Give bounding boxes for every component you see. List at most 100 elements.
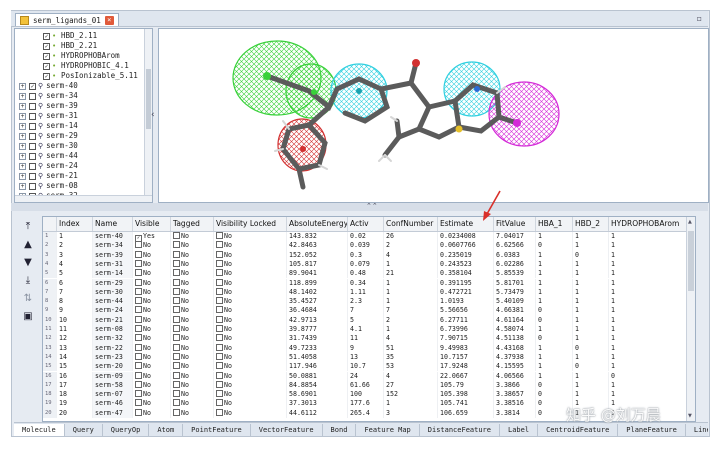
tab-vectorfeature[interactable]: VectorFeature bbox=[251, 423, 323, 436]
cell-checkbox[interactable] bbox=[216, 287, 223, 295]
feature-visibility-checkbox[interactable]: ✓ bbox=[43, 62, 50, 70]
table-checkbox-cell[interactable]: No bbox=[171, 297, 214, 307]
cell-checkbox[interactable] bbox=[173, 325, 180, 332]
cell-checkbox[interactable] bbox=[216, 306, 223, 314]
cell-checkbox[interactable] bbox=[135, 408, 142, 416]
cell-checkbox[interactable] bbox=[173, 232, 180, 239]
table-row[interactable]: 8 8 serm-44 No No No 35.4527 2.3 1 1.0193 5.40109 1… bbox=[43, 297, 695, 307]
table-checkbox-cell[interactable]: No bbox=[171, 241, 214, 251]
expand-icon[interactable]: + bbox=[19, 152, 26, 160]
cell-checkbox[interactable] bbox=[216, 315, 223, 323]
tree-molecule-item[interactable]: + ⚲ serm-34 bbox=[19, 91, 78, 101]
tab-molecule[interactable]: Molecule bbox=[14, 423, 65, 436]
table-checkbox-cell[interactable]: No bbox=[171, 352, 214, 363]
table-checkbox-cell[interactable]: No bbox=[133, 315, 171, 325]
tab-label[interactable]: Label bbox=[500, 423, 539, 436]
cell-checkbox[interactable] bbox=[173, 297, 180, 305]
molecule-visibility-checkbox[interactable] bbox=[29, 142, 36, 150]
table-checkbox-cell[interactable]: No bbox=[133, 325, 171, 335]
cell-checkbox[interactable] bbox=[173, 399, 180, 407]
table-checkbox-cell[interactable]: No bbox=[214, 399, 287, 409]
molecule-visibility-checkbox[interactable]: ✓ bbox=[29, 82, 36, 90]
cell-checkbox[interactable] bbox=[135, 306, 142, 314]
molecule-visibility-checkbox[interactable] bbox=[29, 102, 36, 110]
expand-icon[interactable]: + bbox=[19, 122, 26, 130]
cell-checkbox[interactable] bbox=[216, 259, 223, 267]
cell-checkbox[interactable] bbox=[135, 362, 142, 370]
table-checkbox-cell[interactable]: No bbox=[171, 334, 214, 344]
tree-feature-item[interactable]: ✓ • PosIonizable_5.11 bbox=[43, 71, 138, 81]
cell-checkbox[interactable] bbox=[173, 380, 180, 388]
table-checkbox-cell[interactable]: No bbox=[133, 241, 171, 251]
tab-bond[interactable]: Bond bbox=[323, 423, 357, 436]
table-row[interactable]: 7 7 serm-30 No No No 48.1402 1.11 1 0.472721 5.734… bbox=[43, 287, 695, 298]
table-checkbox-cell[interactable]: No bbox=[214, 315, 287, 325]
table-view-icon[interactable]: ▣ bbox=[22, 311, 34, 323]
table-checkbox-cell[interactable]: No bbox=[171, 380, 214, 391]
table-row[interactable]: 13 13 serm-22 No No No 49.7233 9 51 9.49983 4.4316… bbox=[43, 343, 695, 353]
expand-icon[interactable]: + bbox=[19, 142, 26, 150]
table-checkbox-cell[interactable]: No bbox=[171, 287, 214, 298]
expand-icon[interactable]: + bbox=[19, 182, 26, 190]
cell-checkbox[interactable] bbox=[135, 325, 142, 332]
table-checkbox-cell[interactable]: No bbox=[214, 232, 287, 242]
table-checkbox-cell[interactable]: No bbox=[133, 343, 171, 353]
column-header-name[interactable]: Name bbox=[93, 217, 133, 231]
cell-checkbox[interactable] bbox=[216, 408, 223, 416]
tab-query[interactable]: Query bbox=[65, 423, 103, 436]
tree-molecule-item[interactable]: + ⚲ serm-44 bbox=[19, 151, 78, 161]
table-row[interactable]: 3 3 serm-39 No No No 152.052 0.3 4 0.235019 6.0383… bbox=[43, 250, 695, 260]
cell-checkbox[interactable] bbox=[173, 287, 180, 295]
molecule-visibility-checkbox[interactable] bbox=[29, 172, 36, 180]
table-checkbox-cell[interactable]: No bbox=[171, 278, 214, 288]
collapse-left-arrow-icon[interactable]: ‹ bbox=[151, 110, 155, 120]
table-checkbox-cell[interactable]: No bbox=[133, 352, 171, 363]
column-header-activ[interactable]: Activ bbox=[348, 217, 384, 231]
table-checkbox-cell[interactable]: No bbox=[133, 306, 171, 316]
table-row[interactable]: 16 16 serm-09 No No No 50.0881 24 4 22.0667 4.0656… bbox=[43, 371, 695, 381]
expand-icon[interactable]: + bbox=[19, 162, 26, 170]
cell-checkbox[interactable] bbox=[216, 399, 223, 407]
expand-icon[interactable]: + bbox=[19, 82, 26, 90]
table-row[interactable]: 17 17 serm-58 No No No 84.8854 61.66 27 105.79 3.3… bbox=[43, 380, 695, 391]
table-checkbox-cell[interactable]: ✓ Yes bbox=[133, 232, 171, 242]
table-checkbox-cell[interactable]: No bbox=[214, 278, 287, 288]
table-checkbox-cell[interactable]: No bbox=[133, 250, 171, 260]
expand-icon[interactable]: + bbox=[19, 172, 26, 180]
expand-icon[interactable]: + bbox=[19, 102, 26, 110]
expand-icon[interactable]: + bbox=[19, 112, 26, 120]
cell-checkbox[interactable] bbox=[216, 334, 223, 342]
column-header-index[interactable]: Index bbox=[57, 217, 93, 231]
cell-checkbox[interactable] bbox=[135, 352, 142, 360]
table-row[interactable]: 14 14 serm-23 No No No 51.4058 13 35 10.7157 4.379… bbox=[43, 352, 695, 363]
molecule-visibility-checkbox[interactable] bbox=[29, 152, 36, 160]
move-bottom-icon[interactable]: ⤓ bbox=[22, 275, 34, 287]
tree-molecule-item[interactable]: + ⚲ serm-24 bbox=[19, 161, 78, 171]
table-checkbox-cell[interactable]: No bbox=[214, 408, 287, 418]
cell-checkbox[interactable] bbox=[135, 399, 142, 407]
cell-checkbox[interactable] bbox=[216, 269, 223, 277]
cell-checkbox[interactable] bbox=[135, 278, 142, 286]
sort-icon[interactable]: ⇅ bbox=[22, 293, 34, 305]
table-checkbox-cell[interactable]: No bbox=[171, 343, 214, 353]
cell-checkbox[interactable] bbox=[135, 250, 142, 258]
expand-icon[interactable]: + bbox=[19, 132, 26, 140]
cell-checkbox[interactable] bbox=[173, 269, 180, 277]
table-checkbox-cell[interactable]: No bbox=[214, 269, 287, 279]
table-row[interactable]: 2 2 serm-34 No No No 42.8463 0.039 2 0.0607766 6.6… bbox=[43, 241, 695, 251]
column-header-estimate[interactable]: Estimate bbox=[438, 217, 494, 231]
table-checkbox-cell[interactable]: No bbox=[214, 325, 287, 335]
column-header-absoluteenergy[interactable]: AbsoluteEnergy bbox=[287, 217, 348, 231]
table-checkbox-cell[interactable]: No bbox=[171, 408, 214, 418]
cell-checkbox[interactable] bbox=[135, 334, 142, 342]
cell-checkbox[interactable] bbox=[135, 390, 142, 398]
table-checkbox-cell[interactable]: No bbox=[214, 371, 287, 381]
cell-checkbox[interactable] bbox=[216, 232, 223, 239]
cell-checkbox[interactable] bbox=[135, 380, 142, 388]
molecule-visibility-checkbox[interactable] bbox=[29, 132, 36, 140]
table-checkbox-cell[interactable]: No bbox=[214, 259, 287, 270]
cell-checkbox[interactable] bbox=[135, 343, 142, 351]
cell-checkbox[interactable] bbox=[135, 315, 142, 323]
cell-checkbox[interactable] bbox=[173, 334, 180, 342]
cell-checkbox[interactable] bbox=[135, 297, 142, 305]
